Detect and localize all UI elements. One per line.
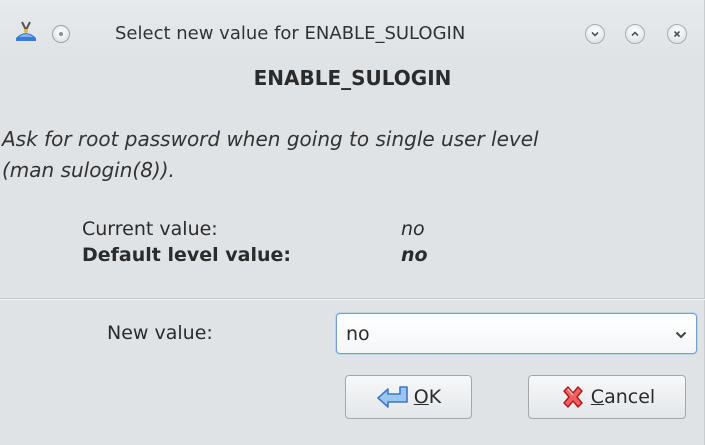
current-value: no bbox=[401, 218, 425, 240]
ok-button-label: OK bbox=[413, 386, 442, 408]
title-bar[interactable]: Select new value for ENABLE_SULOGIN bbox=[0, 0, 705, 50]
pin-icon[interactable] bbox=[52, 25, 70, 43]
maximize-button[interactable] bbox=[625, 24, 645, 44]
cancel-x-icon bbox=[563, 386, 583, 408]
close-button[interactable] bbox=[667, 24, 687, 44]
minimize-button[interactable] bbox=[585, 24, 605, 44]
cancel-button-label: Cancel bbox=[590, 386, 656, 408]
current-value-label: Current value: bbox=[82, 218, 218, 240]
separator bbox=[0, 298, 705, 300]
default-value: no bbox=[401, 244, 428, 266]
app-icon[interactable] bbox=[13, 18, 39, 44]
new-value-label: New value: bbox=[107, 322, 213, 344]
cancel-button[interactable]: Cancel bbox=[528, 375, 686, 419]
new-value-selected: no bbox=[346, 323, 370, 345]
default-value-label: Default level value: bbox=[82, 244, 292, 266]
ok-arrow-icon bbox=[376, 386, 408, 408]
window-title: Select new value for ENABLE_SULOGIN bbox=[115, 23, 466, 44]
ok-button[interactable]: OK bbox=[345, 375, 472, 419]
new-value-select[interactable]: no bbox=[336, 313, 697, 354]
variable-description: Ask for root password when going to sing… bbox=[2, 127, 539, 182]
chevron-down-icon bbox=[675, 331, 687, 339]
maximize-icon bbox=[631, 31, 639, 37]
dialog-window: Select new value for ENABLE_SULOGIN ENAB… bbox=[0, 0, 705, 445]
close-icon bbox=[673, 30, 681, 38]
variable-name-heading: ENABLE_SULOGIN bbox=[253, 66, 452, 90]
minimize-icon bbox=[591, 31, 599, 37]
